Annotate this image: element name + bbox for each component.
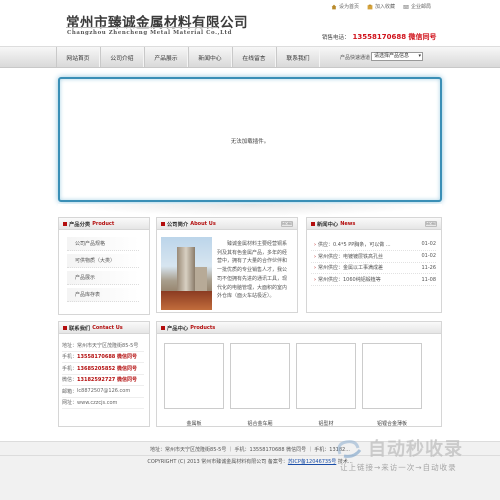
banner-shadow — [58, 204, 442, 216]
products-panel: 产品中心 Products 金属板 铝合金车厢 铝型材 铝锂合金薄板 — [156, 321, 442, 427]
plugin-error-message: 无法加载插件。 — [230, 139, 270, 145]
bullet-icon — [161, 221, 165, 226]
add-favorite-link[interactable]: 加入收藏 — [367, 3, 395, 10]
icp-link[interactable]: 苏ICP备12046735号 — [288, 459, 336, 465]
about-more-button[interactable]: MORE — [281, 221, 293, 227]
bullet-icon — [63, 221, 67, 226]
company-building-photo — [161, 237, 212, 310]
product-thumbnail[interactable] — [164, 343, 224, 409]
product-thumbnail[interactable] — [230, 343, 290, 409]
contact-website[interactable]: 网址： www.czzcjs.com — [62, 398, 144, 409]
favorite-icon — [367, 4, 373, 9]
contact-wechat: 微信： 13182592727 微信同号 — [62, 375, 144, 386]
panel-header: 联系我们 Contact Us — [59, 322, 149, 334]
product-label[interactable]: 金属板 — [164, 420, 224, 427]
bullet-icon — [311, 221, 315, 226]
panel-header: 产品分类 Product — [59, 218, 149, 230]
nav-contact[interactable]: 联系我们 — [276, 47, 320, 67]
corporate-mail-link[interactable]: 企业邮局 — [403, 3, 431, 10]
category-item[interactable]: 可供物质（大类） — [67, 254, 139, 268]
news-more-button[interactable]: MORE — [425, 221, 437, 227]
nav-about[interactable]: 公司介绍 — [100, 47, 144, 67]
sales-hotline: 销售电话： 13558170688 微信同号 — [322, 33, 437, 41]
product-thumbnail[interactable] — [296, 343, 356, 409]
category-item[interactable]: 公司产品规格 — [67, 237, 139, 251]
about-panel: 公司简介 About Us MORE 臻诚金属材料主要经营铜系列及其有色金属产品… — [156, 217, 298, 313]
company-logo-title[interactable]: 常州市臻诚金属材料有限公司 — [66, 11, 248, 31]
category-list: 公司产品规格 可供物质（大类） 产品展示 产品库存表 — [67, 237, 139, 305]
contact-mobile: 手机： 13685205852 微信同号 — [62, 363, 144, 375]
company-logo-subtitle: Changzhou Zhencheng Metal Material Co.,L… — [67, 30, 232, 36]
contact-panel: 联系我们 Contact Us 地址： 常州市天宁区茂隆街85-5号 手机： 135… — [58, 321, 150, 427]
category-item[interactable]: 产品库存表 — [67, 288, 139, 302]
nav-message[interactable]: 在线留言 — [232, 47, 276, 67]
bullet-icon — [63, 325, 67, 330]
chevron-down-icon: ▾ — [418, 53, 421, 59]
news-item[interactable]: 供应：0.4*5 PP胸条，可以做 ...01-02 — [311, 239, 436, 251]
panel-header: 公司简介 About Us MORE — [157, 218, 297, 230]
product-select[interactable]: 请选择产品信息 ▾ — [371, 52, 423, 61]
contact-list: 地址： 常州市天宁区茂隆街85-5号 手机： 13558170688 微信同号 手机… — [62, 340, 144, 409]
nav-news[interactable]: 新闻中心 — [188, 47, 232, 67]
about-description: 臻诚金属材料主要经营铜系列及其有色金属产品，多年的经营中，拥有了大量的合作伙伴和… — [217, 241, 288, 300]
watermark-title: 自动秒收录 — [368, 439, 463, 460]
main-nav: 网站首页 公司介绍 产品展示 新闻中心 在线留言 联系我们 — [56, 47, 320, 67]
product-thumbnail[interactable] — [362, 343, 422, 409]
news-panel: 新闻中心 News MORE 供应：0.4*5 PP胸条，可以做 ...01-0… — [306, 217, 442, 313]
watermark-logo-icon — [337, 440, 362, 458]
contact-mobile: 手机： 13558170688 微信同号 — [62, 352, 144, 363]
contact-email[interactable]: 邮箱： lc8872507@126.com — [62, 386, 144, 398]
home-icon — [331, 4, 337, 9]
product-category-panel: 产品分类 Product 公司产品规格 可供物质（大类） 产品展示 产品库存表 — [58, 217, 150, 315]
news-item[interactable]: 常州供应：1060纯铝锻植等11-08 — [311, 274, 436, 287]
product-label[interactable]: 铝型材 — [296, 420, 356, 427]
hotline-number: 13558170688 微信同号 — [352, 33, 437, 41]
category-item[interactable]: 产品展示 — [67, 271, 139, 285]
watermark-subtitle: 让上链接→来访一次→自动收录 — [340, 463, 457, 472]
bullet-icon — [161, 325, 165, 330]
contact-address: 地址： 常州市天宁区茂隆街85-5号 — [62, 340, 144, 352]
panel-header: 新闻中心 News MORE — [307, 218, 441, 230]
product-quick-label: 产品快速通道 — [340, 55, 371, 61]
panel-header: 产品中心 Products — [157, 322, 441, 334]
mail-icon — [403, 4, 409, 9]
nav-products[interactable]: 产品展示 — [144, 47, 188, 67]
product-label[interactable]: 铝锂合金薄板 — [362, 420, 422, 427]
flash-banner[interactable]: 无法加载插件。 — [58, 77, 442, 202]
set-homepage-link[interactable]: 设为首页 — [331, 3, 359, 10]
news-item[interactable]: 常州供应：金属以工事满成差11-26 — [311, 263, 436, 275]
logo-divider — [66, 27, 218, 28]
news-item[interactable]: 常州供应：电镀镀层铁高孔丝01-02 — [311, 251, 436, 263]
nav-home[interactable]: 网站首页 — [56, 47, 100, 67]
news-list: 供应：0.4*5 PP胸条，可以做 ...01-02 常州供应：电镀镀层铁高孔丝… — [311, 239, 436, 287]
product-label[interactable]: 铝合金车厢 — [230, 420, 290, 427]
top-links: 设为首页 加入收藏 企业邮局 — [331, 3, 431, 10]
